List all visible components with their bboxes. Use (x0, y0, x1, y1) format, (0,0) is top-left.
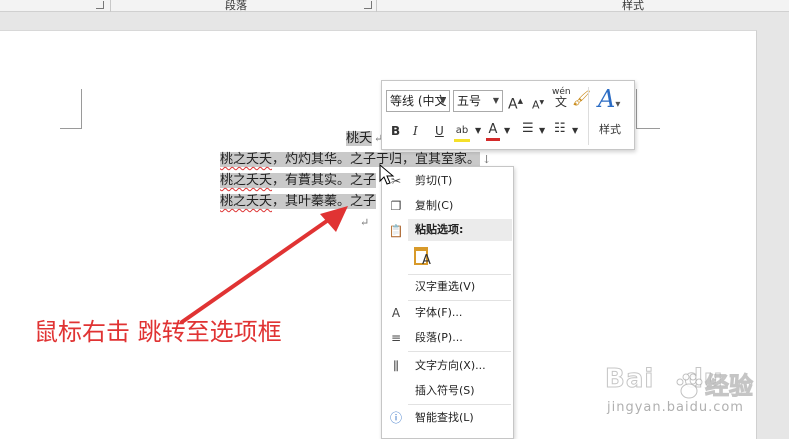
ribbon-separator (110, 0, 111, 12)
chevron-down-icon[interactable]: ▼ (475, 123, 481, 139)
phonetic-guide-button[interactable]: wén 文 (552, 87, 571, 109)
menu-separator (408, 404, 511, 405)
watermark-url: jingyan.baidu.com (607, 400, 744, 415)
text-direction-icon: ⫼ (393, 359, 399, 373)
underline-button[interactable]: U (435, 123, 444, 139)
paragraph-dialog-launcher-icon[interactable] (364, 1, 372, 9)
annotation-text: 鼠标右击 跳转至选项框 (34, 318, 282, 346)
font-color-button[interactable]: A (486, 121, 500, 141)
ribbon-group-paragraph: 段落 (225, 0, 247, 12)
menu-item-font[interactable]: A 字体(F)... (382, 301, 513, 325)
bullets-icon[interactable]: ☰ (522, 121, 534, 137)
chevron-down-icon: ▼ (492, 96, 499, 105)
menu-item-cut-off[interactable] (382, 429, 513, 439)
line-2-start: 桃之夭夭 (220, 173, 273, 188)
baidu-watermark: Bai du 经验 jingyan.baidu.com (604, 360, 765, 430)
chevron-down-icon[interactable]: ▼ (572, 123, 578, 139)
paste-options-header: 粘贴选项: (408, 219, 512, 241)
numbering-icon[interactable]: ☷ (554, 121, 566, 137)
margin-crop-mark-left (60, 89, 82, 129)
menu-item-copy[interactable]: ❐ 复制(C) (382, 194, 513, 218)
font-size-combo[interactable]: 五号 ▼ (453, 90, 503, 112)
toolbar-separator (588, 87, 589, 145)
highlighter-icon: ab (455, 125, 469, 136)
annotation-arrow-icon (180, 206, 348, 324)
chevron-down-icon[interactable]: ▼ (504, 123, 510, 139)
styles-label[interactable]: 样式 (599, 121, 621, 137)
font-size-value: 五号 (457, 94, 482, 108)
font-dialog-launcher-icon[interactable] (96, 1, 104, 9)
paragraph-icon: ≡ (390, 331, 402, 345)
title-text: 桃夭 (346, 131, 373, 146)
chevron-down-icon: ▼ (439, 96, 446, 105)
chevron-down-icon[interactable]: ▼ (539, 123, 545, 139)
font-color-swatch (486, 138, 500, 141)
context-menu: ✂ 剪切(T) ❐ 复制(C) 📋 粘贴选项: A 汉字重选(V) A 字体(F… (381, 166, 514, 439)
margin-crop-mark-right (636, 89, 660, 129)
watermark-chinese: 经验 (705, 372, 754, 401)
smart-lookup-icon: ⓘ (389, 411, 402, 425)
font-color-icon: A (488, 122, 498, 137)
line-1-rest: ，灼灼其华。之子于归，宜其室家。 (272, 152, 481, 167)
font-icon: A (391, 306, 401, 320)
italic-button[interactable]: I (413, 123, 418, 139)
menu-item-insert-symbol[interactable]: 插入符号(S) (382, 379, 513, 403)
menu-item-cut[interactable]: ✂ 剪切(T) (382, 169, 513, 193)
line-2-rest: ，有蕡其实。之子 (272, 173, 377, 188)
menu-item-paragraph[interactable]: ≡ 段落(P)... (382, 326, 513, 350)
ribbon-group-labels: 段落 样式 (0, 0, 789, 12)
ribbon-group-styles: 样式 (622, 0, 644, 12)
font-name-value: 等线 (中文 (390, 94, 447, 108)
paste-keep-text-only-button[interactable]: A (412, 245, 436, 271)
document-line-2[interactable]: 桃之夭夭，有蕡其实。之子 (220, 171, 377, 191)
menu-item-reconvert[interactable]: 汉字重选(V) (382, 275, 513, 299)
menu-item-text-direction[interactable]: ⫼ 文字方向(X)... (382, 354, 513, 378)
ribbon-separator (376, 0, 377, 12)
menu-separator (408, 351, 511, 352)
menu-item-smart-lookup[interactable]: ⓘ 智能查找(L) (382, 406, 513, 430)
document-title-line[interactable]: 桃夭 ↵ (346, 129, 383, 149)
highlight-color-button[interactable]: ab (454, 121, 470, 142)
mouse-cursor-icon (379, 164, 395, 185)
shrink-font-button[interactable]: A▼ (532, 95, 544, 114)
mini-toolbar: 等线 (中文 ▼ 五号 ▼ A▲ A▼ wén 文 🖌 B I U ab ▼ A ▼ … (381, 80, 635, 150)
grow-font-button[interactable]: A▲ (508, 93, 523, 113)
line-1-start: 桃之夭夭 (220, 152, 273, 167)
baidu-paw-icon (676, 373, 703, 399)
clipboard-icon: 📋 (388, 224, 404, 238)
line-break-mark: ↓ (482, 153, 492, 166)
styles-icon[interactable]: A▾ (598, 85, 620, 113)
font-name-combo[interactable]: 等线 (中文 ▼ (386, 90, 450, 112)
bold-button[interactable]: B (391, 123, 400, 139)
copy-icon: ❐ (390, 199, 402, 213)
highlight-swatch (454, 139, 470, 142)
